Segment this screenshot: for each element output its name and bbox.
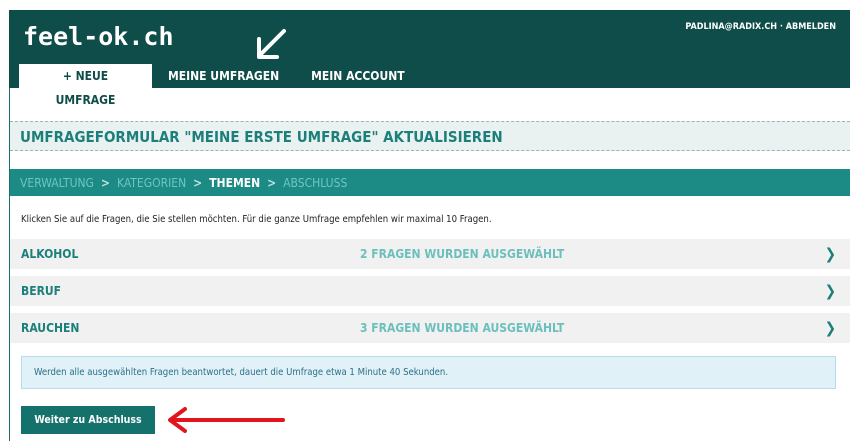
topic-selection-status: 2 FRAGEN WURDEN AUSGEWÄHLT: [360, 247, 565, 261]
topic-name: RAUCHEN: [21, 321, 80, 335]
intro-text: Klicken Sie auf die Fragen, die Sie stel…: [21, 214, 492, 225]
chevron-right-icon: ❯: [824, 282, 836, 300]
breadcrumb-separator: >: [267, 175, 277, 190]
breadcrumb: VERWALTUNG > KATEGORIEN > THEMEN > ABSCH…: [10, 169, 850, 196]
chevron-right-icon: ❯: [824, 319, 836, 337]
topic-row-alkohol[interactable]: ALKOHOL 2 FRAGEN WURDEN AUSGEWÄHLT ❯: [10, 239, 850, 269]
topic-row-rauchen[interactable]: RAUCHEN 3 FRAGEN WURDEN AUSGEWÄHLT ❯: [10, 313, 850, 343]
topic-name: BERUF: [21, 284, 62, 298]
breadcrumb-separator: >: [193, 175, 203, 190]
user-logout-link[interactable]: PADLINA@RADIX.CH · ABMELDEN: [685, 22, 836, 32]
tab-meine-umfragen[interactable]: MEINE UMFRAGEN: [152, 64, 295, 88]
annotation-arrow-icon: [168, 407, 285, 433]
topic-name: ALKOHOL: [21, 247, 79, 261]
site-logo[interactable]: feel-ok.ch: [23, 22, 174, 51]
page-title-bar: UMFRAGEFORMULAR "MEINE ERSTE UMFRAGE" AK…: [10, 121, 850, 151]
topic-selection-status: 3 FRAGEN WURDEN AUSGEWÄHLT: [360, 321, 565, 335]
continue-to-completion-button[interactable]: Weiter zu Abschluss: [21, 406, 155, 434]
breadcrumb-themen: THEMEN: [209, 175, 261, 190]
breadcrumb-verwaltung[interactable]: VERWALTUNG: [20, 176, 94, 190]
annotation-arrow-icon: [257, 29, 286, 59]
page-title: UMFRAGEFORMULAR "MEINE ERSTE UMFRAGE" AK…: [20, 128, 503, 146]
tab-neue-umfrage[interactable]: + NEUE UMFRAGE: [19, 64, 152, 107]
breadcrumb-separator: >: [100, 175, 110, 190]
topic-row-beruf[interactable]: BERUF ❯: [10, 276, 850, 306]
breadcrumb-abschluss[interactable]: ABSCHLUSS: [283, 176, 347, 190]
breadcrumb-kategorien[interactable]: KATEGORIEN: [117, 176, 186, 190]
duration-info-text: Werden alle ausgewählten Fragen beantwor…: [34, 367, 449, 378]
site-header: feel-ok.ch PADLINA@RADIX.CH · ABMELDEN +…: [9, 10, 850, 107]
duration-info-box: Werden alle ausgewählten Fragen beantwor…: [21, 356, 836, 389]
chevron-right-icon: ❯: [824, 245, 836, 263]
tab-mein-account[interactable]: MEIN ACCOUNT: [295, 64, 420, 88]
main-tabs: + NEUE UMFRAGE MEINE UMFRAGEN MEIN ACCOU…: [19, 64, 421, 107]
